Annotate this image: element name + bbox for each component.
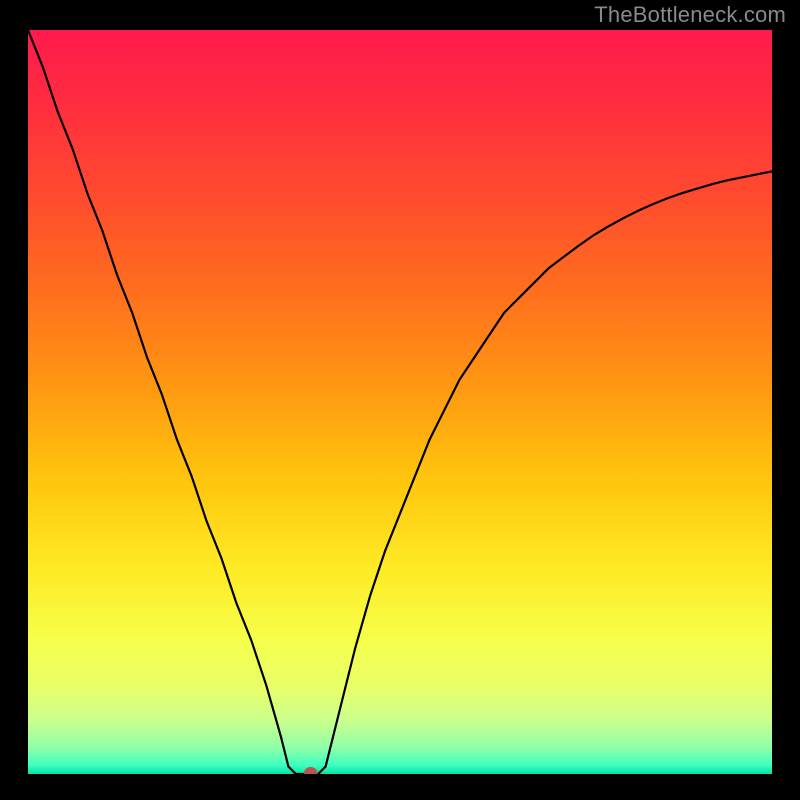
- figure-container: TheBottleneck.com: [0, 0, 800, 800]
- gradient-background: [28, 30, 772, 774]
- plot-area: [28, 30, 772, 774]
- watermark-text: TheBottleneck.com: [594, 0, 786, 30]
- bottleneck-chart: [28, 30, 772, 774]
